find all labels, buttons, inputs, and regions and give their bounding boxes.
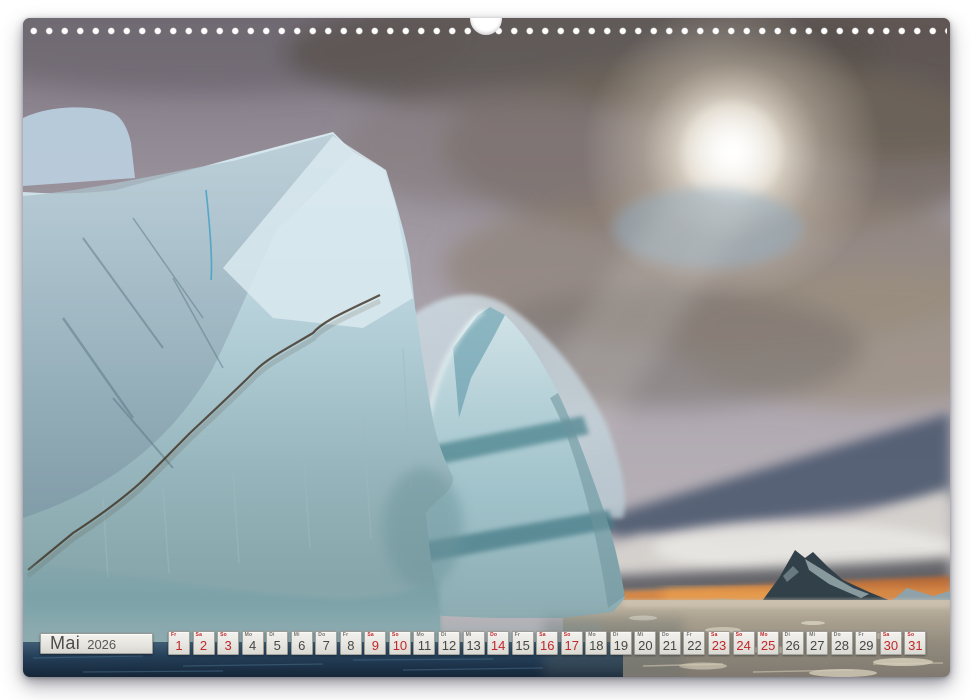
day-number: 12 bbox=[439, 639, 459, 653]
day-number: 2 bbox=[194, 639, 214, 653]
day-cell: Mo 18 bbox=[585, 631, 607, 655]
day-number: 31 bbox=[905, 639, 925, 653]
day-number: 6 bbox=[292, 639, 312, 653]
day-cell: Do 28 bbox=[831, 631, 853, 655]
day-number: 20 bbox=[635, 639, 655, 653]
day-number: 25 bbox=[758, 639, 778, 653]
day-cell: Do 21 bbox=[659, 631, 681, 655]
day-number: 1 bbox=[169, 639, 189, 653]
day-number: 28 bbox=[832, 639, 852, 653]
day-number: 8 bbox=[341, 639, 361, 653]
page-background: Mai 2026 Fr 1 Sa 2 So 3 Mo 4 Di 5 Mi 6 D… bbox=[0, 0, 971, 700]
day-cell: Di 19 bbox=[610, 631, 632, 655]
day-cell: Sa 2 bbox=[193, 631, 215, 655]
iceberg-photo bbox=[23, 18, 950, 677]
day-cell: So 31 bbox=[904, 631, 926, 655]
day-number: 29 bbox=[856, 639, 876, 653]
day-cell: Di 26 bbox=[782, 631, 804, 655]
day-number: 21 bbox=[660, 639, 680, 653]
month-name: Mai bbox=[50, 634, 80, 653]
day-cell: So 3 bbox=[217, 631, 239, 655]
day-cell: Mo 11 bbox=[413, 631, 435, 655]
day-cell: Fr 22 bbox=[683, 631, 705, 655]
day-number: 22 bbox=[684, 639, 704, 653]
day-cell: Fr 15 bbox=[512, 631, 534, 655]
day-number: 30 bbox=[881, 639, 901, 653]
day-cell: Sa 23 bbox=[708, 631, 730, 655]
day-cell: Do 14 bbox=[487, 631, 509, 655]
day-cells: Fr 1 Sa 2 So 3 Mo 4 Di 5 Mi 6 Do 7 Fr 8 … bbox=[168, 631, 926, 655]
day-cell: Mi 6 bbox=[291, 631, 313, 655]
day-number: 9 bbox=[365, 639, 385, 653]
day-number: 3 bbox=[218, 639, 238, 653]
day-number: 18 bbox=[586, 639, 606, 653]
day-cell: Mi 13 bbox=[463, 631, 485, 655]
day-cell: So 24 bbox=[733, 631, 755, 655]
month-label-box: Mai 2026 bbox=[40, 633, 153, 654]
day-number: 26 bbox=[783, 639, 803, 653]
day-number: 23 bbox=[709, 639, 729, 653]
day-number: 7 bbox=[316, 639, 336, 653]
day-cell: Fr 8 bbox=[340, 631, 362, 655]
day-number: 16 bbox=[537, 639, 557, 653]
day-number: 17 bbox=[562, 639, 582, 653]
day-cell: Do 7 bbox=[315, 631, 337, 655]
day-number: 10 bbox=[390, 639, 410, 653]
day-number: 11 bbox=[414, 639, 434, 653]
day-cell: Mo 25 bbox=[757, 631, 779, 655]
day-cell: Di 5 bbox=[266, 631, 288, 655]
day-number: 13 bbox=[464, 639, 484, 653]
day-cell: Sa 9 bbox=[364, 631, 386, 655]
day-number: 19 bbox=[611, 639, 631, 653]
day-cell: So 10 bbox=[389, 631, 411, 655]
day-cell: Mo 4 bbox=[242, 631, 264, 655]
calendar-sheet: Mai 2026 Fr 1 Sa 2 So 3 Mo 4 Di 5 Mi 6 D… bbox=[23, 18, 950, 677]
year-number: 2026 bbox=[87, 637, 116, 652]
day-cell: Fr 29 bbox=[855, 631, 877, 655]
day-number: 5 bbox=[267, 639, 287, 653]
day-cell: Sa 16 bbox=[536, 631, 558, 655]
day-number: 15 bbox=[513, 639, 533, 653]
day-cell: Mi 20 bbox=[634, 631, 656, 655]
day-number: 27 bbox=[807, 639, 827, 653]
day-number: 14 bbox=[488, 639, 508, 653]
day-cell: Fr 1 bbox=[168, 631, 190, 655]
day-cell: Mi 27 bbox=[806, 631, 828, 655]
day-cell: Di 12 bbox=[438, 631, 460, 655]
day-cell: Sa 30 bbox=[880, 631, 902, 655]
calendar-strip: Mai 2026 Fr 1 Sa 2 So 3 Mo 4 Di 5 Mi 6 D… bbox=[23, 631, 950, 656]
day-cell: So 17 bbox=[561, 631, 583, 655]
day-number: 24 bbox=[734, 639, 754, 653]
day-number: 4 bbox=[243, 639, 263, 653]
